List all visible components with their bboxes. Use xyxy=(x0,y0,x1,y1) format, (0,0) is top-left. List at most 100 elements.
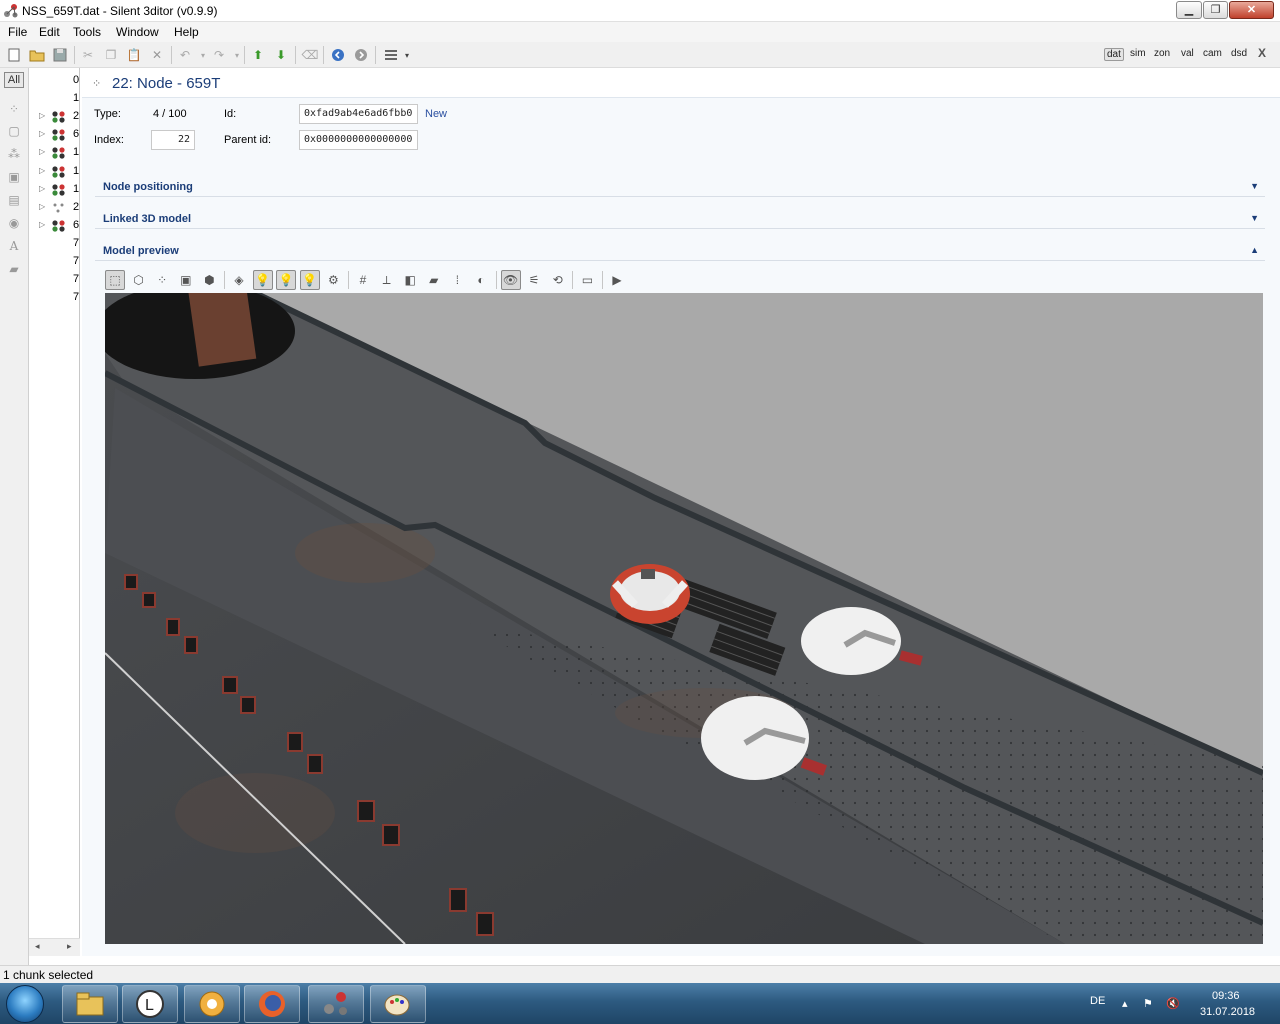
unknown-filter-icon[interactable]: ▰ xyxy=(7,262,21,276)
back-icon[interactable] xyxy=(329,46,347,64)
save-icon[interactable] xyxy=(51,46,69,64)
scroll-left-icon[interactable]: ◂ xyxy=(35,941,40,952)
expand-chevron-icon[interactable]: ▼ xyxy=(1250,213,1259,223)
menu-tools[interactable]: Tools xyxy=(73,25,101,39)
bounding-box-icon[interactable]: ⬢ xyxy=(199,270,219,290)
textured-box-icon[interactable]: ▣ xyxy=(176,270,196,290)
move-up-icon[interactable]: ⬆ xyxy=(249,46,267,64)
expand-arrow-icon[interactable]: ▷ xyxy=(39,147,45,156)
material-filter-icon[interactable]: ⁂ xyxy=(7,147,21,161)
context-tab-cam[interactable]: cam xyxy=(1201,48,1224,59)
tree-row[interactable]: ▷ 6 xyxy=(29,126,79,144)
sound-filter-icon[interactable]: ◉ xyxy=(7,216,21,230)
light-1-icon[interactable]: 💡 xyxy=(252,270,273,290)
copy-icon[interactable]: ❐ xyxy=(102,46,120,64)
context-tab-dsd[interactable]: dsd xyxy=(1229,48,1249,59)
section-model-preview[interactable]: Model preview ▲ xyxy=(95,235,1265,261)
normals-icon[interactable]: ⁞ xyxy=(447,270,467,290)
open-folder-icon[interactable] xyxy=(28,46,46,64)
tree-row[interactable]: 7 xyxy=(29,235,79,253)
points-view-icon[interactable]: ⁘ xyxy=(152,270,172,290)
tree-row[interactable]: 7 xyxy=(29,271,79,289)
expand-arrow-icon[interactable]: ▷ xyxy=(39,184,45,193)
new-id-link[interactable]: New xyxy=(425,108,447,120)
view-mode-dropdown-icon[interactable]: ▾ xyxy=(398,46,416,64)
shading-icon[interactable]: ◐ xyxy=(471,270,491,290)
light-2-icon[interactable]: 💡 xyxy=(276,270,297,290)
parent-id-field[interactable]: 0x0000000000000000 xyxy=(299,130,418,150)
forward-icon[interactable] xyxy=(352,46,370,64)
action-center-icon[interactable]: ⚑ xyxy=(1143,997,1153,1010)
context-tab-dat[interactable]: dat xyxy=(1104,48,1124,61)
start-button[interactable] xyxy=(6,985,44,1023)
close-document-button[interactable]: X xyxy=(1256,46,1268,60)
id-field[interactable]: 0xfad9ab4e6ad6fbb0 xyxy=(299,104,418,124)
collapse-chevron-icon[interactable]: ▲ xyxy=(1250,245,1259,255)
camera-icon[interactable]: ▭ xyxy=(577,270,597,290)
tree-row[interactable]: ▷ 2 xyxy=(29,108,79,126)
index-field[interactable]: 22 xyxy=(151,130,195,150)
expand-arrow-icon[interactable]: ▷ xyxy=(39,129,45,138)
tree-row[interactable]: ▷ 2 xyxy=(29,199,79,217)
expand-arrow-icon[interactable]: ▷ xyxy=(39,166,45,175)
lingoes-icon[interactable]: L xyxy=(122,985,178,1023)
menu-window[interactable]: Window xyxy=(116,25,159,39)
section-node-positioning[interactable]: Node positioning ▼ xyxy=(95,171,1265,197)
texture-filter-icon[interactable]: ▣ xyxy=(7,170,21,184)
redo-icon[interactable]: ↷ xyxy=(210,46,228,64)
menu-help[interactable]: Help xyxy=(174,25,199,39)
explorer-icon[interactable] xyxy=(62,985,118,1023)
tree-row[interactable]: ▷ 6 xyxy=(29,217,79,235)
wireframe-view-icon[interactable]: ⬡ xyxy=(129,270,149,290)
solid-view-icon[interactable]: ⬚ xyxy=(105,270,125,290)
tree-row[interactable]: 1 xyxy=(29,90,79,108)
filter-all-button[interactable]: All xyxy=(4,72,24,88)
expand-arrow-icon[interactable]: ▷ xyxy=(39,111,45,120)
font-filter-icon[interactable]: A xyxy=(7,239,21,253)
context-tab-zon[interactable]: zon xyxy=(1152,48,1172,59)
expand-chevron-icon[interactable]: ▼ xyxy=(1250,181,1259,191)
minimize-button[interactable]: ▁ xyxy=(1176,1,1202,19)
delete-icon[interactable]: ✕ xyxy=(148,46,166,64)
expand-arrow-icon[interactable]: ▷ xyxy=(39,220,45,229)
context-tab-val[interactable]: val xyxy=(1179,48,1196,59)
grid-icon[interactable]: # xyxy=(353,270,373,290)
tree-row[interactable]: ▷ 1 xyxy=(29,144,79,162)
section-linked-3d-model[interactable]: Linked 3D model ▼ xyxy=(95,203,1265,229)
eye-icon[interactable]: 👁 xyxy=(500,270,521,290)
reset-icon[interactable]: ⟲ xyxy=(548,270,568,290)
cut-icon[interactable]: ✂ xyxy=(79,46,97,64)
mesh-filter-icon[interactable]: ▢ xyxy=(7,124,21,138)
scroll-right-icon[interactable]: ▸ xyxy=(67,941,72,952)
menu-file[interactable]: File xyxy=(8,25,27,39)
tracks-icon[interactable]: ⚟ xyxy=(524,270,544,290)
tree-row[interactable]: 0 xyxy=(29,72,79,90)
language-indicator[interactable]: DE xyxy=(1090,995,1105,1007)
document-filter-icon[interactable]: ▤ xyxy=(7,193,21,207)
tree-row[interactable]: 7 xyxy=(29,253,79,271)
light-settings-icon[interactable]: ⚙ xyxy=(323,270,343,290)
tree-row[interactable]: ▷ 1 xyxy=(29,163,79,181)
menu-edit[interactable]: Edit xyxy=(39,25,60,39)
clock-time[interactable]: 09:36 xyxy=(1212,990,1240,1002)
materials-icon[interactable]: ◈ xyxy=(229,270,249,290)
tree-row[interactable]: 7 xyxy=(29,289,79,307)
silent3ditor-icon[interactable] xyxy=(308,985,364,1023)
move-down-icon[interactable]: ⬇ xyxy=(272,46,290,64)
paste-icon[interactable]: 📋 xyxy=(125,46,143,64)
show-hidden-icons-icon[interactable]: ▴ xyxy=(1122,997,1128,1010)
cube-icon[interactable]: ◧ xyxy=(400,270,420,290)
clock-date[interactable]: 31.07.2018 xyxy=(1200,1006,1255,1018)
firefox-icon[interactable] xyxy=(244,985,300,1023)
axes-icon[interactable]: ⟂ xyxy=(377,270,397,290)
volume-icon[interactable]: 🔇 xyxy=(1166,997,1180,1010)
expand-arrow-icon[interactable]: ▷ xyxy=(39,202,45,211)
clear-icon[interactable]: ⌫ xyxy=(301,46,319,64)
close-button[interactable]: ✕ xyxy=(1229,1,1274,19)
media-icon[interactable] xyxy=(184,985,240,1023)
node-filter-icon[interactable]: ⁘ xyxy=(7,102,21,116)
tree-row[interactable]: ▷ 1 xyxy=(29,181,79,199)
tree-horizontal-scrollbar[interactable]: ◂ ▸ xyxy=(29,938,80,956)
light-3-icon[interactable]: 💡 xyxy=(299,270,320,290)
play-icon[interactable]: ▶ xyxy=(607,270,627,290)
